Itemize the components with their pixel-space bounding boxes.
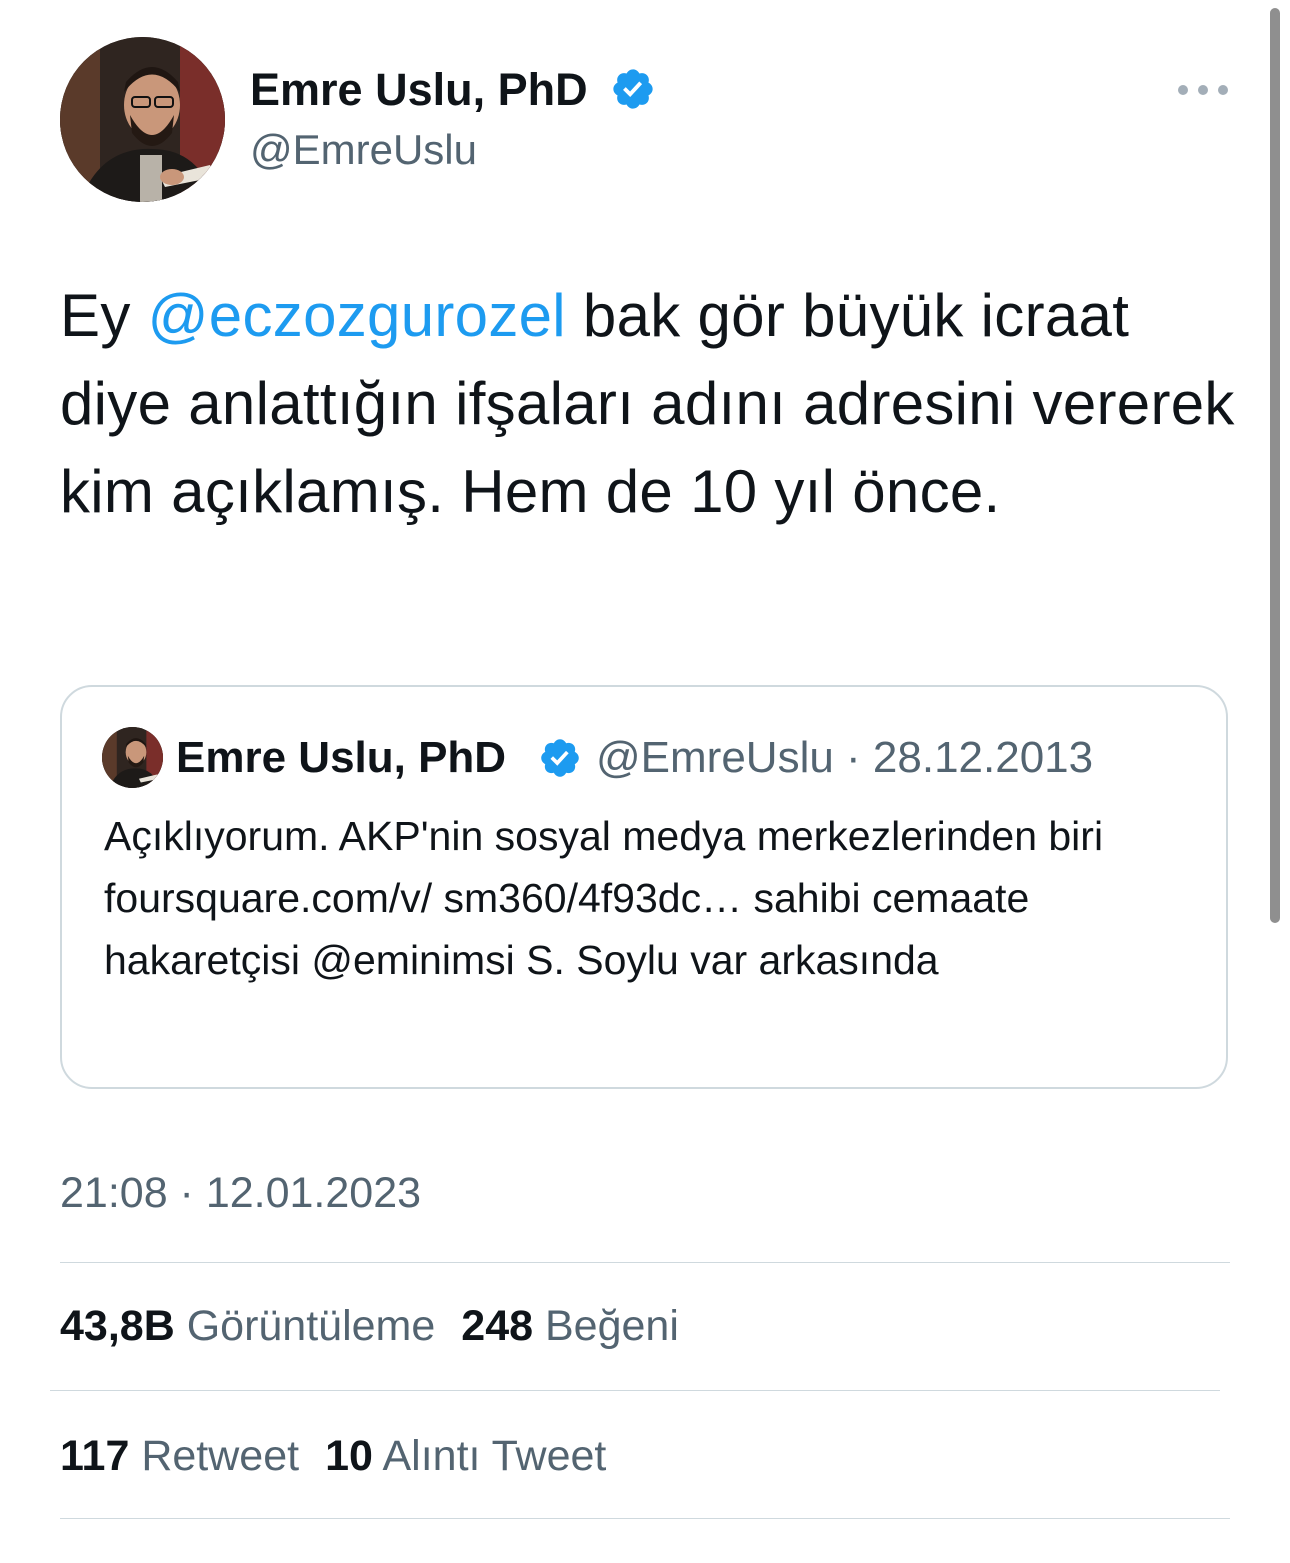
reply-icon[interactable] (160, 1550, 200, 1563)
author-display-name[interactable]: Emre Uslu, PhD (250, 62, 588, 118)
retweets-stat[interactable]: 117 Retweet (60, 1428, 299, 1484)
bookmark-icon[interactable] (850, 1550, 890, 1563)
tweet-action-bar (60, 1540, 1230, 1563)
quoted-tweet-card[interactable]: Emre Uslu, PhD @EmreUslu · 28.12.2013 Aç… (60, 685, 1228, 1089)
stats-row-views-likes: 43,8B Görüntüleme 248 Beğeni (60, 1298, 705, 1354)
quoted-author-display-name: Emre Uslu, PhD (176, 733, 507, 782)
quoted-tweet-text: Açıklıyorum. AKP'nin sosyal medya merkez… (104, 813, 1104, 983)
quoted-verified-badge-icon (541, 739, 579, 777)
share-icon[interactable] (1080, 1550, 1120, 1563)
author-avatar[interactable] (60, 37, 225, 202)
author-handle[interactable]: @EmreUslu (250, 123, 477, 177)
quote-tweets-stat[interactable]: 10 Alıntı Tweet (325, 1428, 606, 1484)
retweet-icon[interactable] (390, 1550, 430, 1563)
tweet-text-before: Ey (60, 282, 148, 349)
divider (60, 1262, 1230, 1263)
divider (50, 1390, 1220, 1391)
views-stat[interactable]: 43,8B Görüntüleme (60, 1298, 435, 1354)
quoted-author-avatar (102, 727, 163, 788)
divider (60, 1518, 1230, 1519)
likes-stat[interactable]: 248 Beğeni (461, 1298, 679, 1354)
verified-badge-icon (613, 69, 653, 109)
like-icon[interactable] (620, 1550, 660, 1563)
scrollbar[interactable] (1270, 8, 1280, 938)
quoted-handle-and-date: @EmreUslu · 28.12.2013 (596, 733, 1094, 782)
scrollbar-thumb[interactable] (1270, 8, 1280, 923)
tweet-mention-link[interactable]: @eczozgurozel (148, 282, 566, 349)
stats-row-retweets-quotes: 117 Retweet 10 Alıntı Tweet (60, 1428, 632, 1484)
more-options-icon[interactable] (1178, 78, 1228, 102)
tweet-detail-page: Emre Uslu, PhD @EmreUslu Ey @eczozguroze… (0, 0, 1290, 1563)
tweet-timestamp[interactable]: 21:08 · 12.01.2023 (60, 1165, 421, 1221)
tweet-text: Ey @eczozgurozel bak gör büyük icraat di… (60, 272, 1240, 536)
